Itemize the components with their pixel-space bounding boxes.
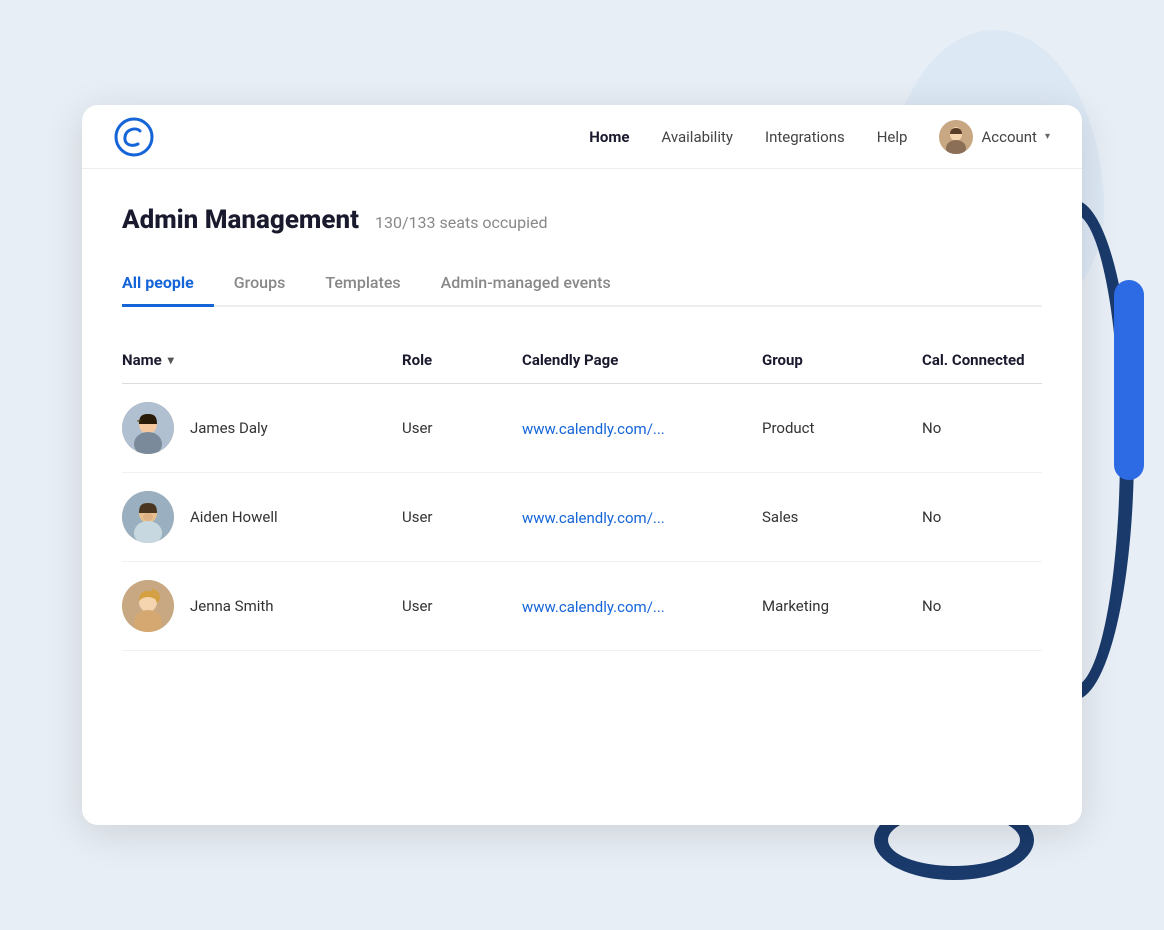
cal-connected-cell: No [922, 419, 1082, 437]
tab-admin-managed-events[interactable]: Admin-managed events [421, 263, 631, 307]
col-calendly-header: Calendly Page [522, 351, 762, 369]
account-label: Account [981, 128, 1037, 146]
user-cell: James Daly [122, 402, 402, 454]
role-cell: User [402, 597, 522, 615]
navigation: Home Availability Integrations Help Acco… [82, 105, 1082, 169]
page-link-cell[interactable]: www.calendly.com/... [522, 419, 762, 438]
seats-info: 130/133 seats occupied [375, 213, 548, 232]
tab-all-people[interactable]: All people [122, 263, 214, 307]
tabs: All people Groups Templates Admin-manage… [122, 263, 1042, 307]
avatar [122, 491, 174, 543]
role-cell: User [402, 508, 522, 526]
page-title: Admin Management [122, 205, 359, 235]
table-row: Jenna Smith User www.calendly.com/... Ma… [122, 562, 1042, 651]
col-cal-connected-header: Cal. Connected [922, 351, 1082, 369]
cal-connected-cell: No [922, 597, 1082, 615]
user-name: Jenna Smith [190, 597, 274, 615]
page-link-cell[interactable]: www.calendly.com/... [522, 508, 762, 527]
table-row: Aiden Howell User www.calendly.com/... S… [122, 473, 1042, 562]
group-cell: Product [762, 419, 922, 437]
main-card: Home Availability Integrations Help Acco… [82, 105, 1082, 825]
role-cell: User [402, 419, 522, 437]
page-header: Admin Management 130/133 seats occupied [122, 205, 1042, 235]
calendly-page-link[interactable]: www.calendly.com/... [522, 509, 665, 527]
sort-icon: ▾ [168, 353, 174, 367]
calendly-page-link[interactable]: www.calendly.com/... [522, 420, 665, 438]
nav-integrations[interactable]: Integrations [765, 128, 845, 146]
cal-connected-cell: No [922, 508, 1082, 526]
user-cell: Jenna Smith [122, 580, 402, 632]
logo[interactable] [114, 117, 154, 157]
nav-help[interactable]: Help [877, 128, 908, 146]
avatar [122, 402, 174, 454]
group-cell: Sales [762, 508, 922, 526]
user-name: James Daly [190, 419, 268, 437]
tab-templates[interactable]: Templates [305, 263, 420, 307]
account-menu[interactable]: Account ▾ [939, 120, 1050, 154]
col-role-header: Role [402, 351, 522, 369]
table-header: Name ▾ Role Calendly Page Group Cal. Con… [122, 351, 1042, 384]
account-avatar [939, 120, 973, 154]
nav-availability[interactable]: Availability [661, 128, 733, 146]
people-table: Name ▾ Role Calendly Page Group Cal. Con… [122, 339, 1042, 651]
page-link-cell[interactable]: www.calendly.com/... [522, 597, 762, 616]
nav-links: Home Availability Integrations Help Acco… [589, 120, 1050, 154]
tab-groups[interactable]: Groups [214, 263, 306, 307]
bg-shape-accent-bar [1114, 280, 1144, 480]
calendly-page-link[interactable]: www.calendly.com/... [522, 598, 665, 616]
group-cell: Marketing [762, 597, 922, 615]
user-name: Aiden Howell [190, 508, 278, 526]
table-row: James Daly User www.calendly.com/... Pro… [122, 384, 1042, 473]
page-content: Admin Management 130/133 seats occupied … [82, 169, 1082, 691]
chevron-down-icon: ▾ [1045, 131, 1050, 142]
user-cell: Aiden Howell [122, 491, 402, 543]
col-name-header[interactable]: Name ▾ [122, 351, 402, 369]
name-col-label: Name [122, 351, 162, 369]
nav-home[interactable]: Home [589, 128, 629, 146]
avatar [122, 580, 174, 632]
col-group-header: Group [762, 351, 922, 369]
